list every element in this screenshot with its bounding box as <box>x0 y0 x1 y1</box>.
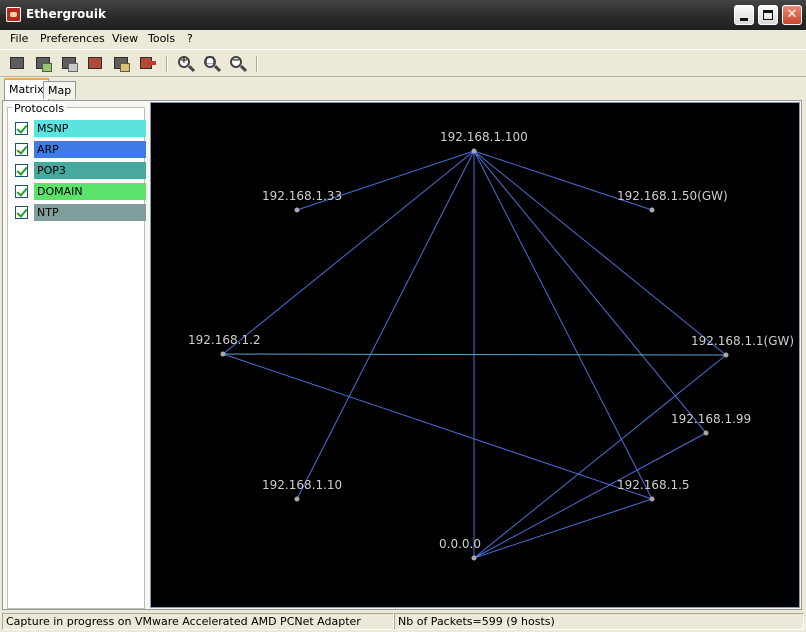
minimize-button[interactable] <box>734 5 754 25</box>
capture-stop-badge <box>68 63 78 72</box>
protocol-label-pop3: POP3 <box>34 162 146 179</box>
matrix-panel: Protocols MSNP ARP POP3 DOMAIN NTP 192.1… <box>2 100 802 610</box>
zoom-out-handle <box>239 64 248 73</box>
maximize-button[interactable] <box>758 5 778 25</box>
graph-node[interactable] <box>471 148 477 154</box>
exit-arrow <box>148 61 156 65</box>
app-window: Ethergrouik ✕ File Preferences View Tool… <box>0 0 806 632</box>
graph-node-label: 192.168.1.2 <box>188 333 261 347</box>
zoom-fit-button[interactable]: □ <box>202 54 222 74</box>
capture-record-icon <box>88 57 102 69</box>
menu-file[interactable]: File <box>10 32 28 45</box>
zoom-fit-handle <box>213 64 222 73</box>
graph-node[interactable] <box>703 430 709 436</box>
menu-help[interactable]: ? <box>187 32 193 45</box>
capture-device-button[interactable] <box>8 54 28 74</box>
capture-start-button[interactable] <box>34 54 54 74</box>
close-icon: ✕ <box>786 7 798 22</box>
zoom-out-button[interactable]: − <box>228 54 248 74</box>
maximize-icon <box>763 10 773 20</box>
protocol-checkbox-domain[interactable] <box>15 185 28 198</box>
protocols-title: Protocols <box>12 102 67 115</box>
menu-preferences[interactable]: Preferences <box>40 32 105 45</box>
capture-device-icon <box>10 57 24 69</box>
menu-view[interactable]: View <box>112 32 138 45</box>
protocols-group: Protocols MSNP ARP POP3 DOMAIN NTP <box>7 103 146 609</box>
status-bar: Capture in progress on VMware Accelerate… <box>0 611 806 632</box>
capture-start-badge <box>42 63 52 72</box>
protocol-checkbox-arp[interactable] <box>15 143 28 156</box>
capture-save-badge <box>120 63 130 72</box>
protocol-row-msnp: MSNP <box>12 120 146 138</box>
graph-node[interactable] <box>649 207 655 213</box>
graph-node[interactable] <box>294 496 300 502</box>
graph-node-label: 192.168.1.50(GW) <box>617 189 728 203</box>
zoom-out-symbol: − <box>231 55 241 66</box>
protocol-checkbox-ntp[interactable] <box>15 206 28 219</box>
protocol-label-msnp: MSNP <box>34 120 146 137</box>
packet-count: Nb of Packets=599 (9 hosts) <box>394 613 804 630</box>
toolbar-separator <box>256 56 258 72</box>
toolbar: + □ − <box>0 49 806 77</box>
host-graph-canvas[interactable]: 192.168.1.100 192.168.1.33 192.168.1.50(GW… <box>151 103 799 607</box>
graph-node-label: 0.0.0.0 <box>439 537 481 551</box>
window-title: Ethergrouik <box>26 7 106 21</box>
capture-stop-button[interactable] <box>60 54 80 74</box>
menu-bar: File Preferences View Tools ? <box>0 30 806 48</box>
minimize-icon <box>740 18 748 21</box>
protocol-label-ntp: NTP <box>34 204 146 221</box>
graph-node-label: 192.168.1.1(GW) <box>691 334 794 348</box>
protocol-row-arp: ARP <box>12 141 146 159</box>
graph-node[interactable] <box>649 496 655 502</box>
close-button[interactable]: ✕ <box>782 5 802 25</box>
capture-status: Capture in progress on VMware Accelerate… <box>2 613 394 630</box>
protocol-checkbox-msnp[interactable] <box>15 122 28 135</box>
view-tabs: Matrix Map <box>0 78 806 100</box>
protocol-checkbox-pop3[interactable] <box>15 164 28 177</box>
tab-map[interactable]: Map <box>43 81 77 99</box>
zoom-fit-symbol: □ <box>205 55 215 66</box>
app-logo-icon <box>6 7 21 22</box>
graph-node[interactable] <box>220 351 226 357</box>
graph-node-label: 192.168.1.99 <box>671 412 751 426</box>
tab-matrix[interactable]: Matrix <box>4 78 49 100</box>
graph-node-label: 192.168.1.10 <box>262 478 342 492</box>
exit-button[interactable] <box>138 54 158 74</box>
protocol-row-domain: DOMAIN <box>12 183 146 201</box>
graph-node-label: 192.168.1.100 <box>440 130 528 144</box>
zoom-in-handle <box>187 64 196 73</box>
graph-node[interactable] <box>294 207 300 213</box>
protocol-label-domain: DOMAIN <box>34 183 146 200</box>
menu-tools[interactable]: Tools <box>148 32 175 45</box>
zoom-in-button[interactable]: + <box>176 54 196 74</box>
protocol-label-arp: ARP <box>34 141 146 158</box>
graph-node-label: 192.168.1.5 <box>617 478 690 492</box>
title-bar[interactable]: Ethergrouik ✕ <box>0 0 806 30</box>
capture-save-button[interactable] <box>112 54 132 74</box>
graph-node-label: 192.168.1.33 <box>262 189 342 203</box>
protocol-row-ntp: NTP <box>12 204 146 222</box>
capture-record-button[interactable] <box>86 54 106 74</box>
host-graph[interactable]: 192.168.1.100 192.168.1.33 192.168.1.50(GW… <box>150 102 800 608</box>
toolbar-separator <box>166 56 168 72</box>
zoom-in-symbol: + <box>179 55 189 66</box>
graph-node[interactable] <box>471 555 477 561</box>
protocol-row-pop3: POP3 <box>12 162 146 180</box>
graph-node[interactable] <box>723 352 729 358</box>
